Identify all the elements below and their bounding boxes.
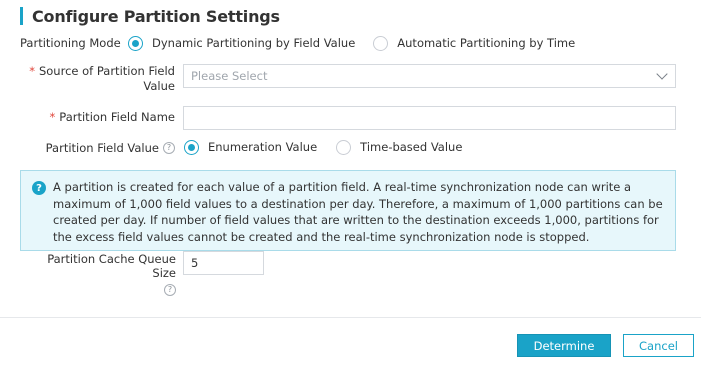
radio-automatic-partitioning[interactable]: Automatic Partitioning by Time — [373, 35, 576, 51]
help-icon[interactable]: ? — [164, 284, 176, 296]
field-value-options: Enumeration Value Time-based Value — [184, 139, 462, 155]
cache-queue-label: Partition Cache Queue Size ? — [20, 252, 176, 296]
required-mark: * — [29, 64, 35, 78]
title-accent-bar — [20, 7, 23, 25]
field-name-label-text: Partition Field Name — [59, 110, 175, 124]
dialog-title: Configure Partition Settings — [20, 6, 280, 26]
partitioning-mode-label: Partitioning Mode — [20, 36, 121, 50]
radio-checked-icon[interactable] — [128, 35, 143, 51]
field-value-label-text: Partition Field Value — [45, 141, 159, 155]
info-notice: ? A partition is created for each value … — [20, 170, 676, 251]
cancel-button[interactable]: Cancel — [623, 334, 694, 357]
radio-unchecked-icon[interactable] — [336, 139, 352, 155]
radio-enumeration-label: Enumeration Value — [208, 140, 318, 154]
radio-unchecked-icon[interactable] — [373, 35, 389, 51]
source-field-placeholder: Please Select — [191, 69, 268, 83]
required-mark: * — [49, 110, 56, 124]
source-field-select[interactable]: Please Select — [183, 64, 676, 88]
chevron-down-icon[interactable] — [656, 68, 668, 80]
radio-dynamic-label: Dynamic Partitioning by Field Value — [152, 36, 356, 50]
footer-divider — [0, 317, 701, 318]
cache-queue-size-input[interactable]: 5 — [183, 251, 264, 275]
radio-enumeration-value[interactable]: Enumeration Value — [184, 139, 318, 155]
partitioning-mode-options: Dynamic Partitioning by Field Value Auto… — [128, 35, 575, 51]
source-field-label-line1: Source of Partition Field — [38, 64, 175, 78]
info-question-icon: ? — [32, 181, 46, 195]
radio-checked-icon[interactable] — [184, 139, 199, 155]
partitioning-mode-row: Partitioning Mode — [20, 35, 121, 51]
radio-automatic-label: Automatic Partitioning by Time — [397, 36, 576, 50]
info-notice-text: A partition is created for each value of… — [53, 180, 663, 244]
field-name-label: * Partition Field Name — [20, 109, 175, 125]
radio-time-based-label: Time-based Value — [360, 140, 463, 154]
help-icon[interactable]: ? — [163, 142, 175, 154]
cache-queue-label-text: Partition Cache Queue Size — [47, 252, 176, 280]
source-field-label: * Source of Partition Field Value — [20, 64, 175, 94]
field-value-label: Partition Field Value ? — [20, 140, 175, 156]
radio-dynamic-partitioning[interactable]: Dynamic Partitioning by Field Value — [128, 35, 356, 51]
determine-button[interactable]: Determine — [517, 334, 611, 357]
radio-time-based-value[interactable]: Time-based Value — [336, 139, 463, 155]
dialog-title-text: Configure Partition Settings — [32, 6, 280, 26]
source-field-label-line2: Value — [143, 79, 175, 93]
partition-field-name-input[interactable] — [183, 106, 676, 130]
